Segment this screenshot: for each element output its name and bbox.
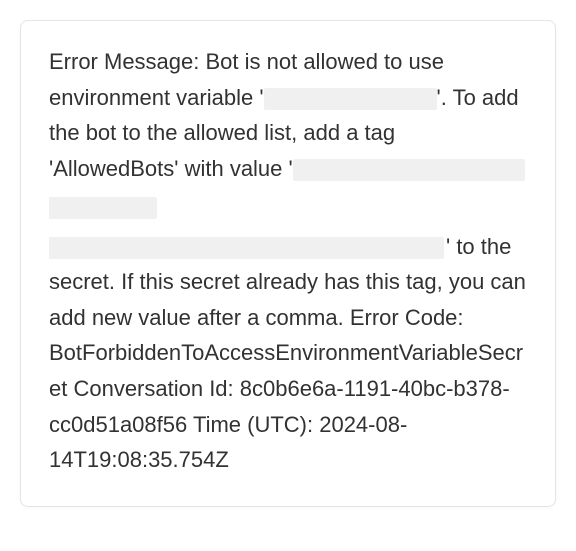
redacted-allowed-bot-value-line-1 [293,159,525,181]
redacted-allowed-bot-value-line-3 [49,237,444,259]
error-message-card: Error Message: Bot is not allowed to use… [20,20,556,507]
redacted-allowed-bot-value-line-2 [49,197,157,219]
redacted-env-variable-name [264,88,437,110]
error-text-part-3: ' to the secret. If this secret already … [49,234,526,473]
error-message-text: Error Message: Bot is not allowed to use… [49,44,527,478]
